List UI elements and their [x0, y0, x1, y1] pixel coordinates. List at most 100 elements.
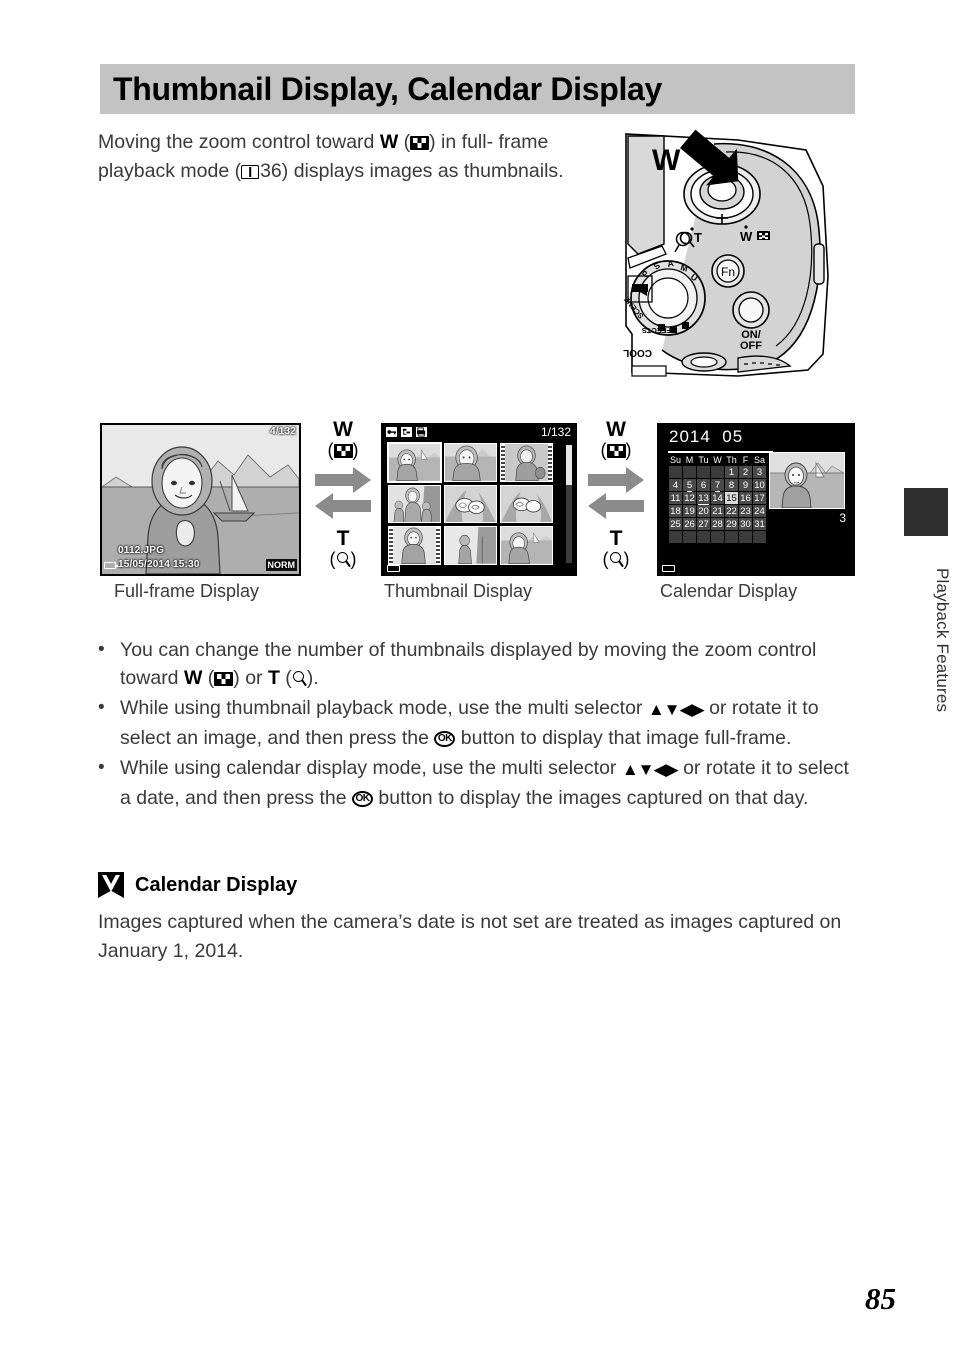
camera-fn-label: Fn: [721, 265, 735, 279]
camera-zoom-t-label: T: [694, 230, 702, 245]
thumbnail-display-label: Thumbnail Display: [384, 581, 533, 601]
arrow-left-icon: [315, 493, 371, 519]
calendar-day-cell[interactable]: 21: [711, 505, 724, 517]
full-frame-display-screen: 4/132 0112.JPG 15/05/2014 15:30 NORM: [100, 423, 301, 576]
calendar-day-cell[interactable]: 16: [739, 492, 752, 504]
calendar-image-count: 3: [839, 511, 846, 525]
intro-paren-close: ) in full-: [429, 131, 494, 153]
calendar-day-cell[interactable]: 11: [669, 492, 682, 504]
bullet-1-w-label: W: [183, 667, 203, 689]
calendar-week-row: 18 19 20 21 22 23 24: [669, 505, 766, 517]
calendar-weekday-header: W: [713, 455, 722, 465]
zoom-t-icon-wrap-2: (): [602, 549, 630, 569]
calendar-day-empty: [725, 531, 738, 543]
calendar-day-cell[interactable]: 26: [683, 518, 696, 530]
note-heading-text: Calendar Display: [135, 873, 298, 896]
calendar-day-cell[interactable]: 15: [725, 492, 738, 505]
battery-icon: [662, 565, 675, 572]
calendar-day-cell[interactable]: 31: [753, 518, 766, 530]
calendar-day-cell[interactable]: 30: [739, 518, 752, 530]
multi-selector-arrows-icon: ▲▼◀▶: [647, 700, 705, 719]
thumbnail-cell[interactable]: [500, 526, 553, 565]
calendar-day-cell[interactable]: 22: [725, 505, 738, 517]
calendar-title-rule: [668, 451, 773, 453]
calendar-day-cell[interactable]: 13: [697, 492, 710, 505]
calendar-day-cell[interactable]: 23: [739, 505, 752, 517]
intro-text-part4: thumbnails.: [463, 160, 564, 182]
thumbnail-cell[interactable]: [444, 526, 497, 565]
calendar-day-cell[interactable]: 3: [753, 466, 766, 478]
thumbnail-cell[interactable]: [388, 484, 441, 524]
intro-paren-open: (: [398, 131, 411, 153]
calendar-day-cell[interactable]: 29: [725, 518, 738, 530]
zoom-arrows-2: [585, 466, 647, 525]
calendar-body: 1 2 3 4 5 6 7 8 9 10 11 12 13 14 15 16 17 18 19 20 21 22 23 24 2…: [669, 466, 766, 543]
calendar-day-cell[interactable]: 8: [725, 479, 738, 491]
bullet-3-seg1: While using calendar display mode, use t…: [120, 757, 622, 779]
zoom-w-label-1: W: [333, 418, 353, 441]
bullet-item-1: • You can change the number of thumbnail…: [98, 636, 858, 692]
intro-paragraph: Moving the zoom control toward W () in f…: [98, 128, 568, 186]
camera-zoom-w-label: W: [740, 229, 753, 244]
calendar-day-cell[interactable]: 17: [753, 492, 766, 504]
calendar-day-empty: [711, 466, 724, 478]
bullet-text-2: While using thumbnail playback mode, use…: [120, 694, 858, 752]
thumbnail-counter: 1/132: [540, 425, 571, 439]
calendar-day-cell[interactable]: 25: [669, 518, 682, 530]
calendar-title: 2014 05: [669, 427, 743, 447]
zoom-arrows-1: [312, 466, 374, 525]
image-quality-badge: NORM: [265, 559, 297, 571]
calendar-week-row: [669, 531, 766, 543]
full-frame-datetime: 15/05/2014 15:30: [118, 559, 200, 570]
thumbnail-cell[interactable]: [444, 443, 497, 482]
calendar-day-cell[interactable]: 14: [711, 492, 724, 504]
calendar-day-cell[interactable]: 4: [669, 479, 682, 491]
calendar-day-cell[interactable]: 28: [711, 518, 724, 530]
calendar-day-cell[interactable]: 6: [697, 479, 710, 491]
calendar-week-row: 4 5 6 7 8 9 10: [669, 479, 766, 492]
calendar-day-cell[interactable]: 7: [711, 479, 724, 492]
book-reference-icon: [241, 165, 260, 179]
calendar-preview-thumbnail: [769, 452, 845, 509]
calendar-day-empty: [739, 531, 752, 543]
calendar-day-cell[interactable]: 20: [697, 505, 710, 517]
calendar-day-cell[interactable]: 5: [683, 479, 696, 492]
calendar-day-empty: [711, 531, 724, 543]
calendar-display-label: Calendar Display: [660, 581, 798, 601]
thumbnail-scrollbar[interactable]: [566, 445, 572, 563]
calendar-table: Su M Tu W Th F Sa 1 2 3 4 5 6 7 8 9 10 11 12 13 14 15 16 17 18 1…: [668, 454, 775, 544]
note-body-text: Images captured when the camera’s date i…: [98, 911, 842, 962]
page-title: Thumbnail Display, Calendar Display: [113, 70, 663, 107]
chapter-tab-block: [904, 488, 948, 536]
thumbnail-cell[interactable]: [500, 443, 553, 482]
thumbnail-cell[interactable]: [500, 484, 553, 524]
thumbnail-cell[interactable]: [444, 484, 497, 524]
calendar-day-cell[interactable]: 24: [753, 505, 766, 517]
calendar-day-empty: [669, 466, 682, 478]
calendar-day-empty: [697, 531, 710, 543]
ok-button-icon: OK: [352, 791, 374, 807]
calendar-day-cell[interactable]: 19: [683, 505, 696, 517]
calendar-weekday-header: Th: [726, 455, 737, 465]
calendar-day-cell[interactable]: 10: [753, 479, 766, 491]
calendar-week-row: 25 26 27 28 29 30 31: [669, 518, 766, 530]
full-frame-display-label: Full-frame Display: [114, 581, 260, 601]
calendar-day-cell[interactable]: 2: [739, 466, 752, 478]
bullet-1-t-label: T: [267, 667, 280, 689]
zoom-control-marks-1: W () T (): [312, 418, 374, 578]
calendar-day-cell[interactable]: 12: [683, 492, 696, 504]
calendar-day-cell[interactable]: 9: [739, 479, 752, 491]
calendar-weekday-header-row: Su M Tu W Th F Sa: [669, 455, 766, 465]
calendar-day-cell[interactable]: 18: [669, 505, 682, 517]
intro-text-part1: Moving the zoom control toward: [98, 131, 380, 153]
magnifier-icon: [609, 552, 624, 568]
calendar-day-cell[interactable]: 27: [697, 518, 710, 530]
bullet-marker: •: [98, 757, 105, 778]
thumbnail-grid-icon: [214, 672, 234, 686]
thumbnail-cell[interactable]: [387, 442, 442, 483]
thumbnail-scrollbar-knob[interactable]: [566, 445, 572, 485]
calendar-day-cell[interactable]: 1: [725, 466, 738, 478]
thumbnail-cell[interactable]: [388, 526, 441, 565]
calendar-week-row: 123: [669, 466, 766, 478]
page-title-bar: Thumbnail Display, Calendar Display: [100, 64, 855, 114]
